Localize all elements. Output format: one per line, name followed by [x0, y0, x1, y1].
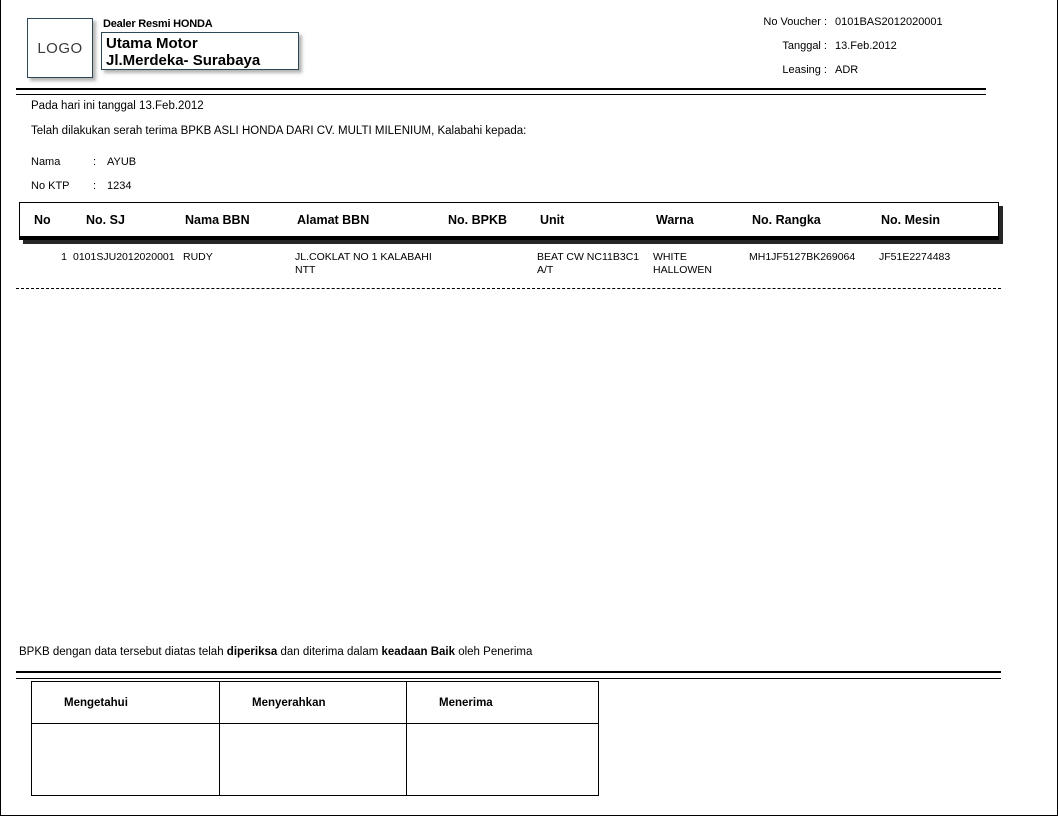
cell-no-rangka: MH1JF5127BK269064 — [749, 251, 856, 263]
field-no-ktp-value: 1234 — [107, 180, 132, 192]
footer-note-part3: oleh Penerima — [455, 646, 533, 658]
meta-value-tanggal: 13.Feb.2012 — [835, 40, 897, 52]
column-header-warna: Warna — [656, 213, 694, 227]
cell-warna: WHITE HALLOWEN — [653, 251, 712, 276]
meta-value-voucher: 0101BAS2012020001 — [835, 16, 943, 28]
cell-no-sj: 0101SJU2012020001 — [73, 251, 175, 263]
field-no-ktp-label: No KTP — [31, 180, 70, 192]
signature-box-menyerahkan[interactable] — [219, 723, 407, 796]
field-no-ktp-colon: : — [93, 180, 97, 192]
signature-header-mengetahui: Mengetahui — [31, 681, 220, 724]
voucher-meta: No Voucher : 0101BAS2012020001 Tanggal :… — [763, 16, 987, 88]
dealer-address: Jl.Merdeka- Surabaya — [106, 52, 261, 69]
intro-date-line: Pada hari ini tanggal 13.Feb.2012 — [31, 100, 204, 112]
document-page: LOGO Dealer Resmi HONDA Utama Motor Jl.M… — [0, 0, 1058, 816]
footer-note-part1: BPKB dengan data tersebut diatas telah — [19, 646, 227, 658]
column-header-no-bpkb: No. BPKB — [448, 213, 508, 227]
meta-label-tanggal: Tanggal : — [782, 40, 827, 52]
field-no-ktp: No KTP : 1234 — [31, 180, 131, 192]
meta-row-leasing: Leasing : ADR — [763, 64, 987, 88]
field-nama-colon: : — [93, 156, 97, 168]
signature-box-menerima[interactable] — [406, 723, 599, 796]
header-divider — [16, 88, 986, 95]
field-nama-value: AYUB — [107, 156, 137, 168]
meta-row-tanggal: Tanggal : 13.Feb.2012 — [763, 40, 987, 64]
footer-note-part2: dan diterima dalam — [277, 646, 382, 658]
signature-blank-row — [31, 723, 599, 796]
footer-note-bold-keadaan-baik: keadaan Baik — [381, 646, 456, 658]
signature-header-menerima: Menerima — [406, 681, 599, 724]
dealer-tagline: Dealer Resmi HONDA — [103, 18, 213, 30]
signature-box-mengetahui[interactable] — [31, 723, 220, 796]
column-header-alamat-bbn: Alamat BBN — [297, 213, 370, 227]
logo-placeholder: LOGO — [27, 18, 93, 78]
table-header: No No. SJ Nama BBN Alamat BBN No. BPKB U… — [19, 202, 999, 240]
table-row-separator — [16, 288, 1001, 289]
field-nama: Nama : AYUB — [31, 156, 136, 168]
signature-header-row: Mengetahui Menyerahkan Menerima — [31, 681, 599, 724]
meta-label-voucher: No Voucher : — [763, 16, 827, 28]
table-row: 1 0101SJU2012020001 RUDY JL.COKLAT NO 1 … — [19, 251, 1001, 289]
column-header-no-sj: No. SJ — [86, 213, 125, 227]
footer-note-bold-diperiksa: diperiksa — [226, 646, 278, 658]
intro-body-line: Telah dilakukan serah terima BPKB ASLI H… — [31, 125, 527, 137]
meta-value-leasing: ADR — [835, 64, 859, 76]
meta-row-voucher: No Voucher : 0101BAS2012020001 — [763, 16, 987, 40]
cell-no: 1 — [61, 251, 67, 263]
meta-label-leasing: Leasing : — [782, 64, 827, 76]
signature-table: Mengetahui Menyerahkan Menerima — [31, 681, 599, 796]
dealer-name: Utama Motor — [106, 35, 198, 52]
cell-no-mesin: JF51E2274483 — [879, 251, 951, 263]
footer-note: BPKB dengan data tersebut diatas telah d… — [19, 646, 532, 658]
column-header-no-rangka: No. Rangka — [752, 213, 821, 227]
cell-unit: BEAT CW NC11B3C1 A/T — [537, 251, 640, 276]
logo-text: LOGO — [37, 39, 83, 57]
cell-nama-bbn: RUDY — [183, 251, 213, 263]
column-header-nama-bbn: Nama BBN — [185, 213, 250, 227]
footer-divider — [16, 671, 1001, 679]
field-nama-label: Nama — [31, 156, 61, 168]
column-header-unit: Unit — [540, 213, 565, 227]
column-header-no: No — [34, 213, 51, 227]
column-header-no-mesin: No. Mesin — [881, 213, 941, 227]
cell-alamat-bbn: JL.COKLAT NO 1 KALABAHI NTT — [295, 251, 432, 276]
signature-header-menyerahkan: Menyerahkan — [219, 681, 407, 724]
document-header: LOGO Dealer Resmi HONDA Utama Motor Jl.M… — [1, 0, 1057, 95]
dealer-info-box: Utama Motor Jl.Merdeka- Surabaya — [101, 32, 299, 70]
